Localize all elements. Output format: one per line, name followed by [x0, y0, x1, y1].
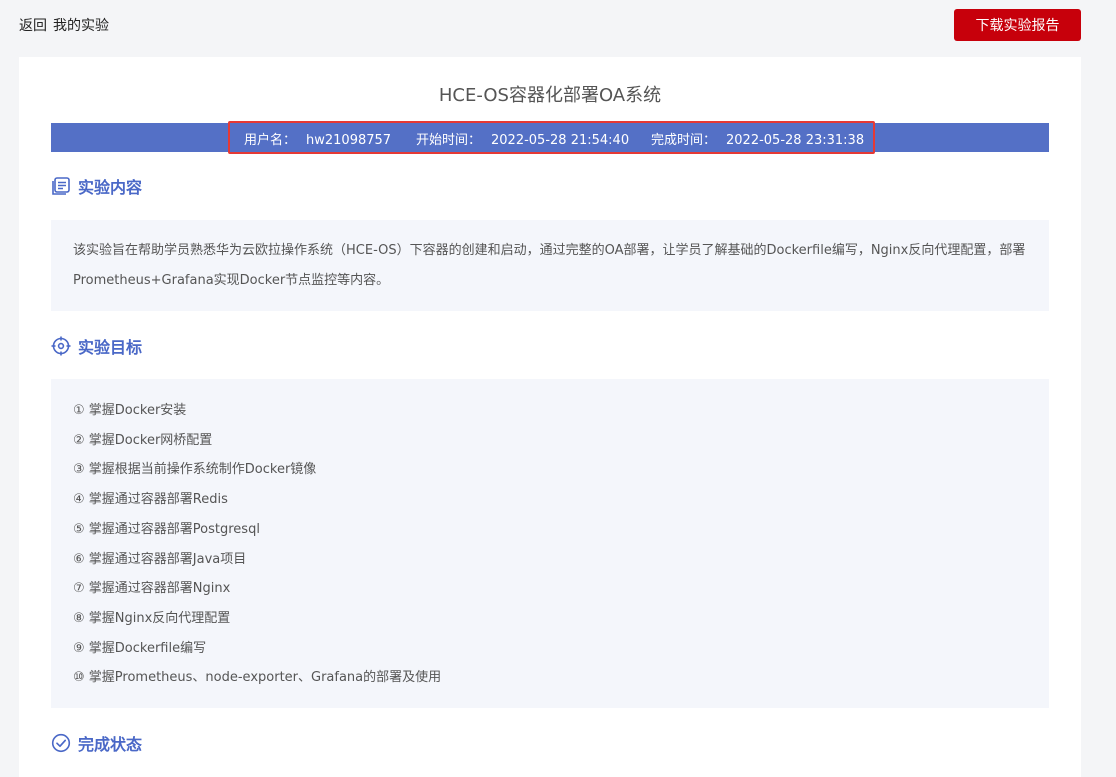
- content-description-box: 该实验旨在帮助学员熟悉华为云欧拉操作系统（HCE-OS）下容器的创建和启动，通过…: [51, 220, 1049, 311]
- goal-item: ⑨ 掌握Dockerfile编写: [73, 640, 207, 656]
- goal-item: ④ 掌握通过容器部署Redis: [73, 492, 228, 508]
- experiment-title: HCE-OS容器化部署OA系统: [438, 85, 662, 106]
- section-title-status: 完成状态: [78, 735, 143, 754]
- experiment-description: 该实验旨在帮助学员熟悉华为云欧拉操作系统（HCE-OS）下容器的创建和启动，通过…: [73, 243, 1026, 288]
- section-title-goals: 实验目标: [78, 338, 143, 357]
- section-header-content: 实验内容: [51, 175, 142, 197]
- page-name: 我的实验: [53, 18, 109, 34]
- check-circle-icon: [51, 733, 71, 753]
- goal-item: ⑤ 掌握通过容器部署Postgresql: [73, 521, 260, 537]
- target-icon: [51, 336, 71, 356]
- top-bar: 返回 我的实验 下载实验报告: [0, 0, 1116, 50]
- experiment-card: HCE-OS容器化部署OA系统 用户名： hw21098757 开始时间： 2022…: [19, 57, 1081, 777]
- goal-item: ⑦ 掌握通过容器部署Nginx: [73, 581, 231, 597]
- download-report-button[interactable]: 下载实验报告: [954, 9, 1081, 41]
- section-header-status: 完成状态: [51, 732, 142, 754]
- goal-item: ③ 掌握根据当前操作系统制作Docker镜像: [73, 462, 317, 478]
- goal-item: ② 掌握Docker网桥配置: [73, 432, 213, 448]
- goal-item: ⑧ 掌握Nginx反向代理配置: [73, 610, 231, 626]
- goal-item: ① 掌握Docker安装: [73, 403, 187, 418]
- goal-item: ⑥ 掌握通过容器部署Java项目: [73, 551, 247, 567]
- document-list-icon: [51, 176, 71, 196]
- section-header-goals: 实验目标: [51, 335, 142, 357]
- back-label[interactable]: 返回: [19, 18, 47, 34]
- goals-box: ① 掌握Docker安装 ② 掌握Docker网桥配置 ③ 掌握根据当前操作系统…: [51, 379, 1049, 708]
- goal-item: ⑩ 掌握Prometheus、node-exporter、Grafana的部署及…: [73, 670, 442, 686]
- highlight-box: [228, 121, 875, 154]
- goal-list: ① 掌握Docker安装 ② 掌握Docker网桥配置 ③ 掌握根据当前操作系统…: [51, 379, 1049, 693]
- section-title-content: 实验内容: [78, 178, 143, 197]
- back-link[interactable]: 返回 我的实验: [19, 15, 115, 35]
